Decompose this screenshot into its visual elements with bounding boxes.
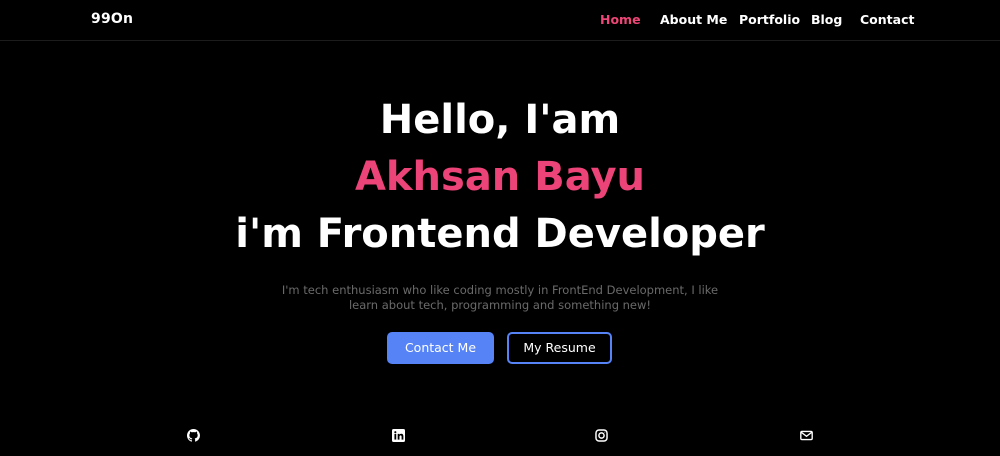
nav-item-blog[interactable]: Blog (811, 12, 842, 27)
social-links (0, 429, 1000, 443)
hero-name: Akhsan Bayu (354, 154, 646, 200)
my-resume-button[interactable]: My Resume (507, 332, 612, 364)
hero-greeting: Hello, I'am (379, 97, 621, 143)
nav-item-contact[interactable]: Contact (860, 12, 914, 27)
nav-item-about-me[interactable]: About Me (660, 12, 727, 27)
mail-icon[interactable] (800, 429, 813, 442)
nav-item-portfolio[interactable]: Portfolio (739, 12, 800, 27)
nav-links: Home About Me Portfolio Blog Contact (0, 12, 1000, 30)
hero-tagline-line1: I'm tech enthusiasm who like coding most… (281, 283, 719, 297)
instagram-icon[interactable] (595, 429, 608, 442)
nav-item-home[interactable]: Home (600, 12, 641, 27)
contact-me-button[interactable]: Contact Me (387, 332, 494, 364)
hero-heading: Hello, I'am Akhsan Bayu i'm Frontend Dev… (0, 92, 1000, 263)
navbar: 99On Home About Me Portfolio Blog Contac… (0, 0, 1000, 41)
linkedin-icon[interactable] (392, 429, 405, 442)
github-icon[interactable] (187, 429, 200, 442)
hero-tagline-line2: learn about tech, programming and someth… (348, 298, 652, 312)
hero-tagline: I'm tech enthusiasm who like coding most… (260, 283, 740, 313)
hero-role: i'm Frontend Developer (235, 211, 765, 257)
